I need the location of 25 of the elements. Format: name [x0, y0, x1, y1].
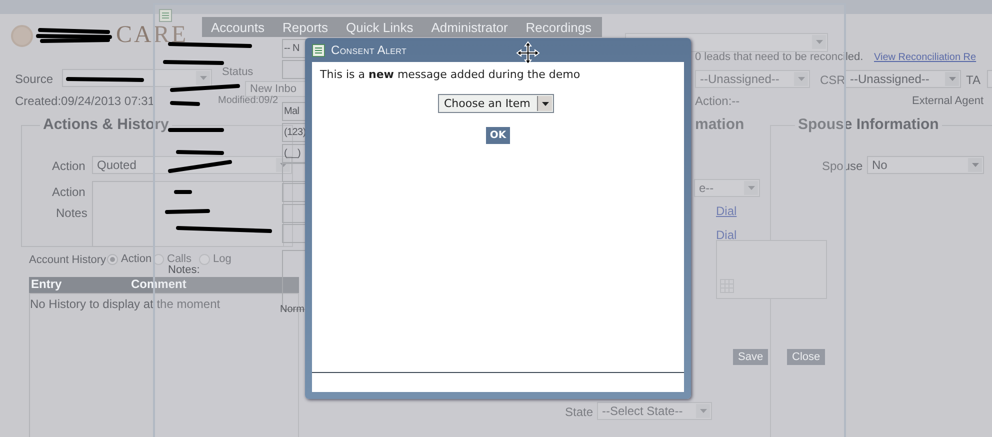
section-title: mation: [695, 116, 744, 133]
column-header: Comment: [130, 277, 188, 293]
status-label: Status: [222, 66, 254, 78]
column-header: Entry: [30, 277, 63, 293]
empty-message: No History to display at the moment: [30, 297, 220, 311]
logo-text: CARE: [116, 22, 188, 49]
reconcile-message: 0 leads that need to be reconciled.: [695, 51, 864, 63]
source-label: Source: [15, 72, 54, 86]
created-date: Created:09/24/2013 07:31: [15, 94, 154, 108]
section-title: Spouse Information: [795, 116, 942, 133]
account-history-label: Account History: [29, 254, 106, 266]
notes-label: Notes:: [168, 264, 200, 276]
notes-label: Action: [52, 185, 86, 199]
notes-label: Notes: [56, 206, 88, 220]
alert-message: This is a new message added during the demo: [320, 68, 580, 81]
action-status: Action:--: [695, 94, 740, 108]
state-label: State: [565, 405, 594, 419]
modified-date: Modified:09/2: [218, 95, 278, 106]
action-label: Action: [52, 159, 86, 173]
csr-label: CSR: [820, 73, 846, 87]
dialog-title: Consent Alert: [331, 43, 407, 57]
section-title: Actions & History: [40, 116, 172, 133]
field-label: Norm: [280, 304, 304, 315]
ta-label: TA: [966, 73, 980, 87]
external-agent-label: External Agent: [912, 95, 984, 107]
